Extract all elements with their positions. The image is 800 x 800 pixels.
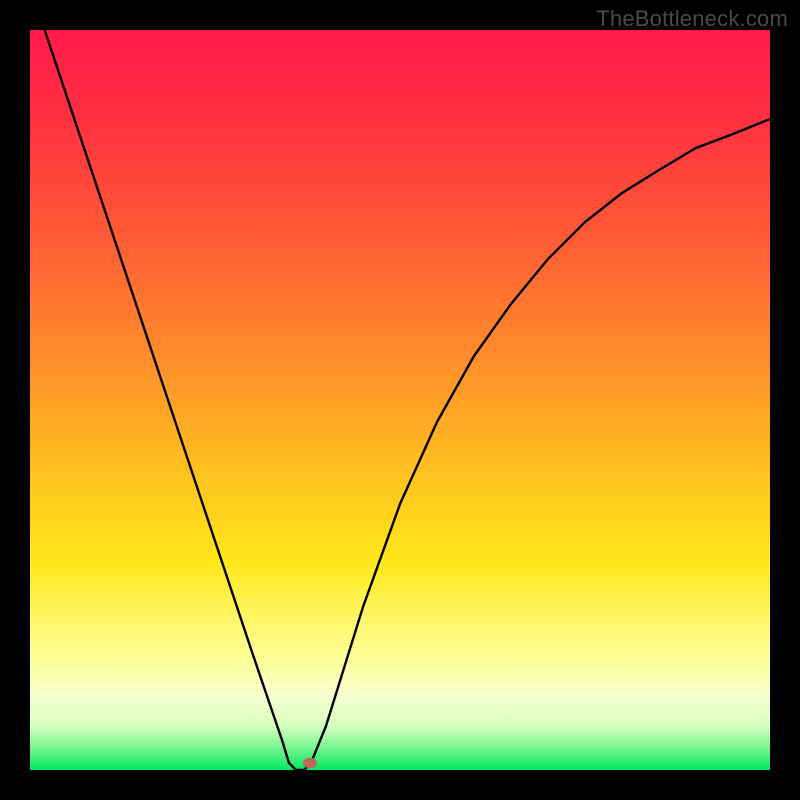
curve-path: [30, 0, 770, 770]
watermark-text: TheBottleneck.com: [596, 6, 788, 32]
bottleneck-curve: [30, 30, 770, 770]
chart-frame: TheBottleneck.com: [0, 0, 800, 800]
optimal-point-marker: [303, 758, 317, 768]
